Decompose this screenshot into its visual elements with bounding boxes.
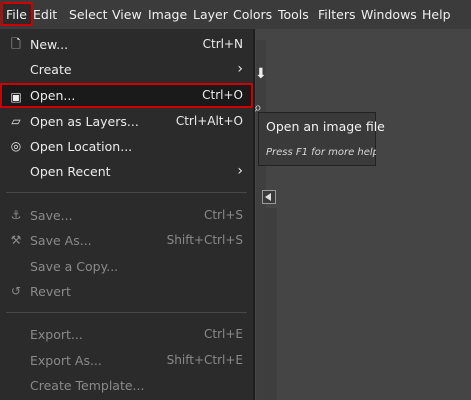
menu-item-open-as-layers[interactable]: ▱ Open as Layers... Ctrl+Alt+O [0, 109, 253, 134]
menu-item-label: Save As... [30, 233, 92, 248]
menu-item-open[interactable]: ▣ Open... Ctrl+O [0, 83, 253, 108]
open-layers-icon: ▱ [11, 114, 21, 128]
file-menu-dropdown: 🗋 New... Ctrl+N Create › ▣ Open... Ctrl+… [0, 29, 255, 400]
menu-item-label: Save a Copy... [30, 259, 119, 274]
menu-item-shortcut: Ctrl+Alt+O [175, 114, 243, 128]
menu-item-open-location[interactable]: ◎ Open Location... [0, 134, 253, 159]
menu-item-label: Open... [30, 88, 76, 103]
menu-image[interactable]: Image [148, 0, 187, 29]
arrow-left-icon [265, 193, 271, 201]
open-image-icon: ▣ [10, 90, 22, 104]
menu-item-revert[interactable]: ↺ Revert [0, 279, 253, 304]
menu-item-label: Create Template... [30, 378, 145, 393]
menu-colors[interactable]: Colors [233, 0, 272, 29]
menu-item-shortcut: Ctrl+N [202, 37, 243, 51]
save-icon: ⚓ [10, 208, 22, 222]
menu-separator [6, 312, 247, 313]
menu-item-save-copy[interactable]: Save a Copy... [0, 254, 253, 279]
menu-item-export-as[interactable]: Export As... Shift+Ctrl+E [0, 348, 253, 373]
menu-item-label: Open as Layers... [30, 114, 139, 129]
menu-item-shortcut: Shift+Ctrl+S [166, 233, 243, 247]
menu-edit[interactable]: Edit [33, 0, 57, 29]
menu-item-label: Revert [30, 284, 71, 299]
dock-panel [263, 208, 277, 400]
menu-filters[interactable]: Filters [318, 0, 355, 29]
menu-separator [6, 192, 247, 193]
dock-toggle-button[interactable] [262, 190, 276, 204]
menu-item-label: Export As... [30, 353, 102, 368]
menubar: File Edit Select View Image Layer Colors… [0, 0, 471, 29]
menu-tools[interactable]: Tools [278, 0, 309, 29]
globe-icon: ◎ [10, 139, 22, 153]
menu-select[interactable]: Select [69, 0, 108, 29]
menu-item-label: New... [30, 37, 69, 52]
tooltip: Open an image file Press F1 for more hel… [258, 112, 385, 166]
menu-item-create[interactable]: Create › [0, 57, 253, 82]
smudge-tool-icon[interactable]: ⬇ [255, 66, 267, 82]
menu-windows[interactable]: Windows [361, 0, 417, 29]
chevron-right-icon: › [237, 163, 243, 179]
menu-item-shortcut: Ctrl+E [204, 327, 243, 341]
chevron-right-icon: › [237, 61, 243, 77]
menu-item-label: Save... [30, 208, 73, 223]
menu-item-new[interactable]: 🗋 New... Ctrl+N [0, 32, 253, 57]
menu-item-create-template[interactable]: Create Template... [0, 373, 253, 398]
menu-item-label: Export... [30, 327, 83, 342]
menu-file[interactable]: File [6, 0, 27, 29]
menu-layer[interactable]: Layer [193, 0, 228, 29]
menu-item-save[interactable]: ⚓ Save... Ctrl+S [0, 203, 253, 228]
menu-view[interactable]: View [112, 0, 142, 29]
menu-item-shortcut: Ctrl+S [203, 208, 243, 222]
tooltip-hint: Press F1 for more help [266, 147, 376, 158]
menu-item-open-recent[interactable]: Open Recent › [0, 159, 253, 184]
new-image-icon: 🗋 [11, 37, 21, 51]
menu-item-save-as[interactable]: ⚒ Save As... Shift+Ctrl+S [0, 228, 253, 253]
save-as-icon: ⚒ [10, 233, 22, 247]
tooltip-title: Open an image file [266, 119, 385, 134]
menu-item-label: Open Location... [30, 139, 133, 154]
menu-item-export[interactable]: Export... Ctrl+E [0, 322, 253, 347]
menu-item-label: Create [30, 62, 72, 77]
menu-item-shortcut: Shift+Ctrl+E [166, 353, 243, 367]
menu-item-label: Open Recent [30, 164, 111, 179]
revert-icon: ↺ [10, 284, 22, 298]
menu-item-shortcut: Ctrl+O [202, 88, 243, 102]
menu-help[interactable]: Help [422, 0, 451, 29]
